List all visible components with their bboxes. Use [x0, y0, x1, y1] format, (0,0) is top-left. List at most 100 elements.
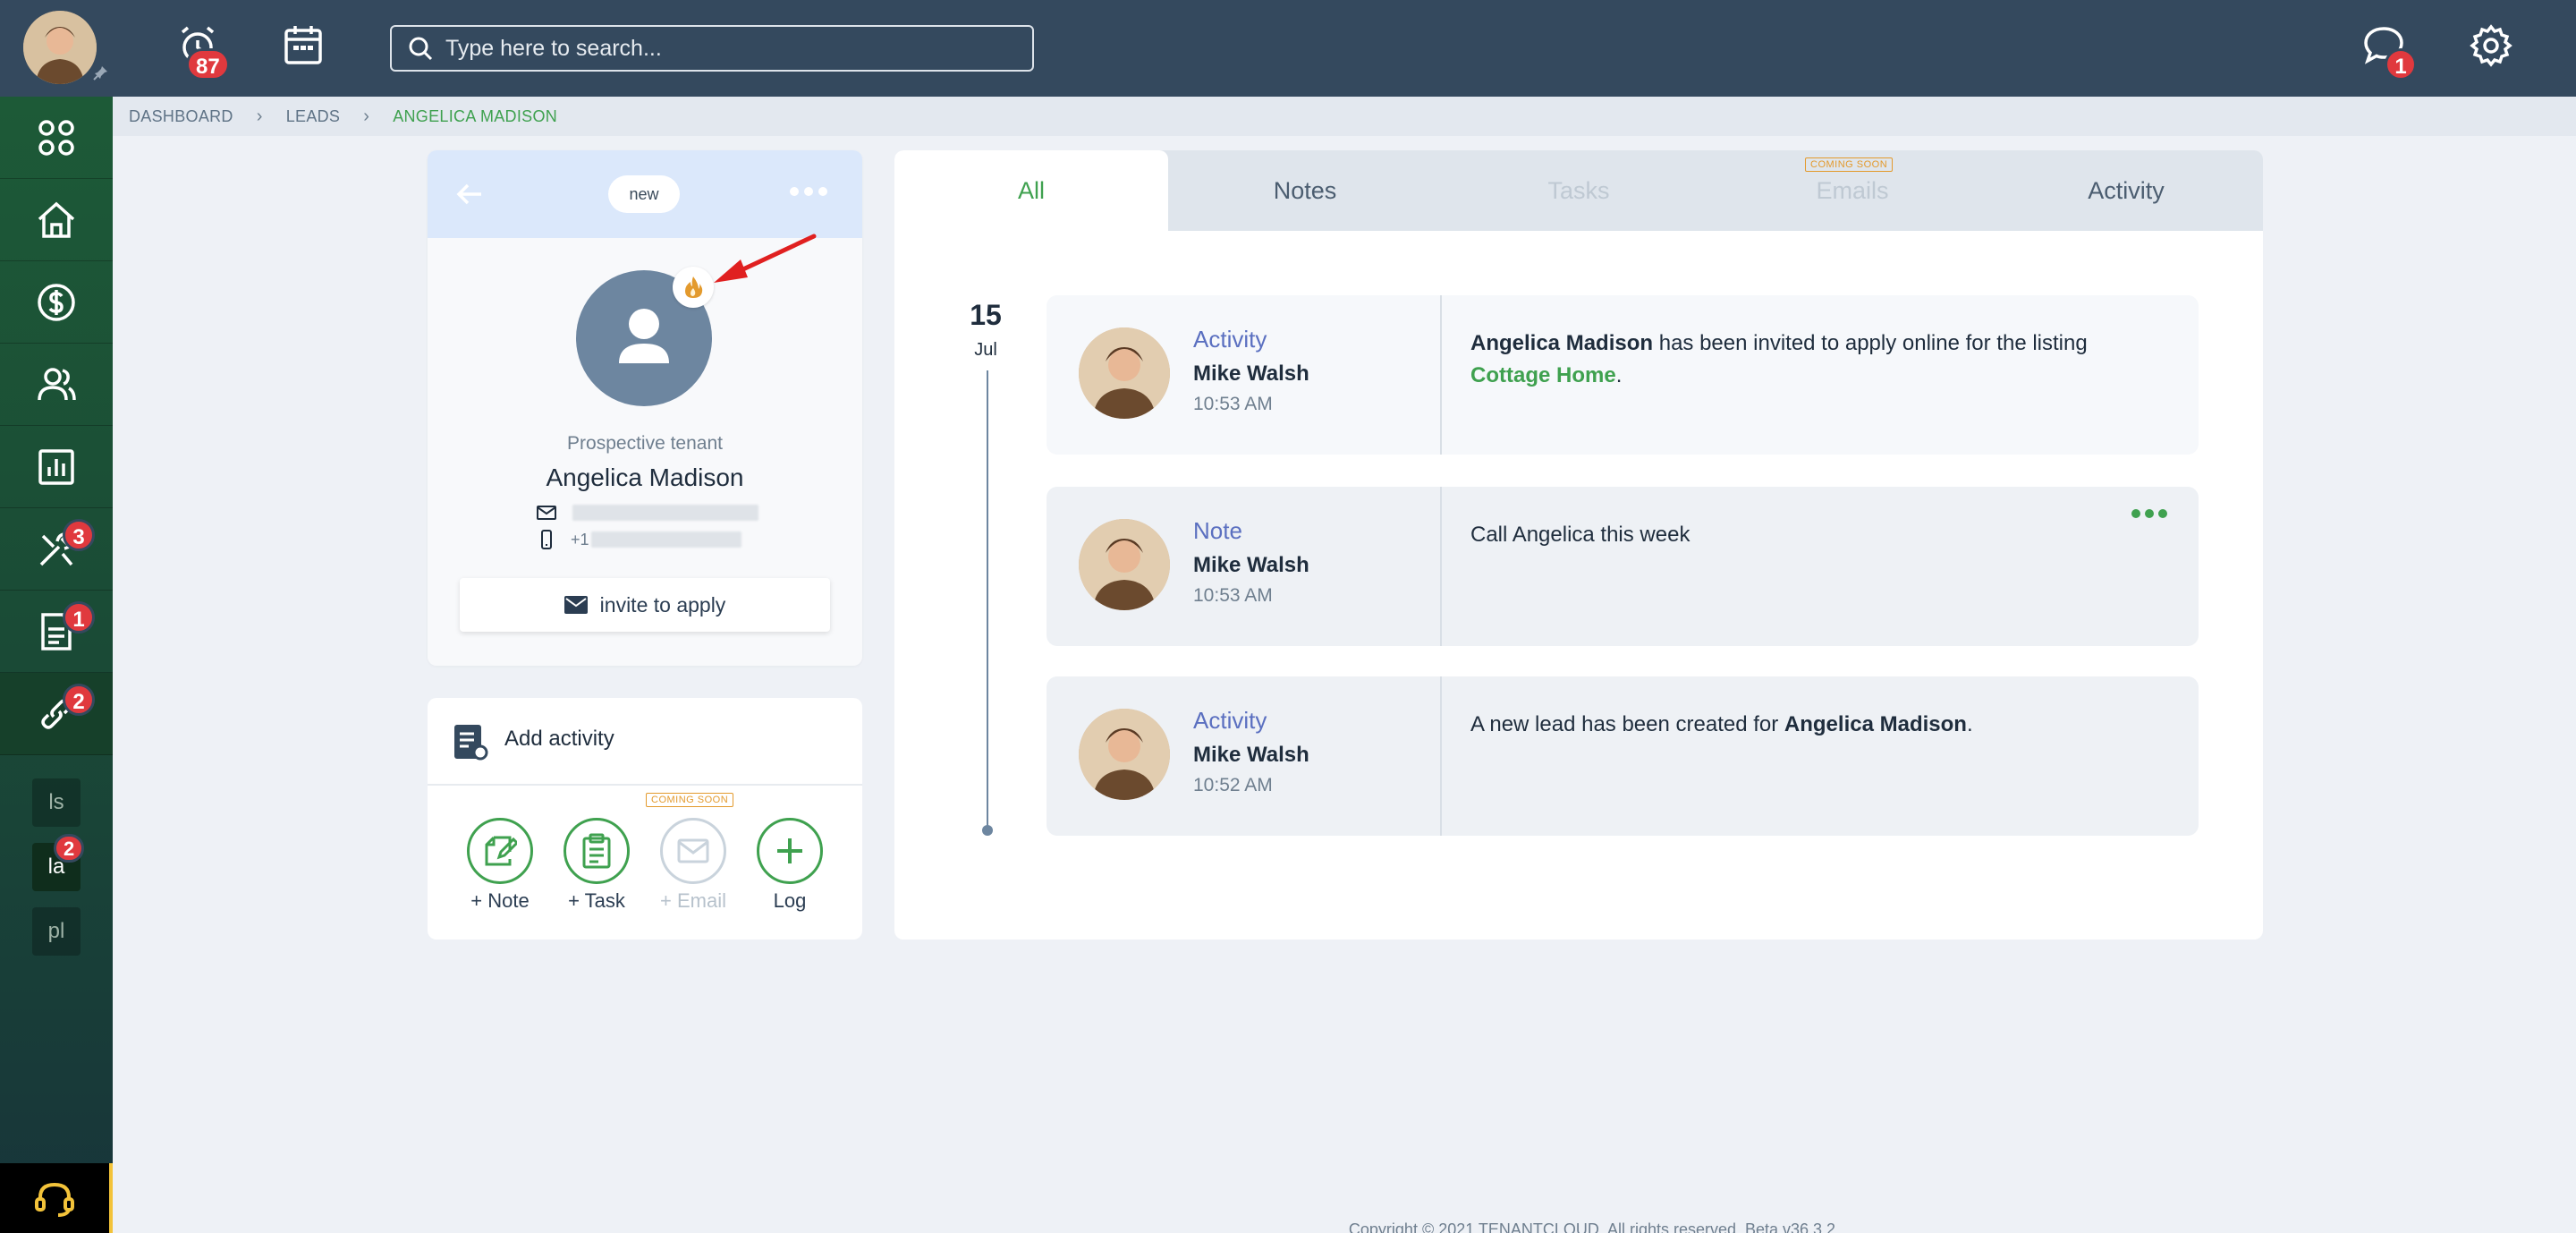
chevron-right-icon: ›	[256, 106, 263, 126]
entry-text: A new lead has been created for Angelica…	[1470, 709, 2150, 741]
lead-name: Angelica Madison	[546, 463, 744, 491]
timeline-end-dot	[982, 825, 993, 836]
tab-notes[interactable]: Notes	[1168, 150, 1442, 231]
users-icon	[38, 367, 76, 400]
entry-time: 10:52 AM	[1193, 775, 1273, 795]
tab-bar: All Notes Tasks Emails COMING SOON Activ…	[894, 150, 2263, 231]
entry-divider	[1440, 295, 1442, 455]
coming-soon-tag: COMING SOON	[646, 793, 734, 807]
search-input[interactable]	[445, 35, 982, 62]
sidebar-item-home[interactable]	[0, 179, 113, 261]
profile-header: new	[428, 150, 862, 238]
more-options-icon[interactable]	[2131, 508, 2168, 519]
more-options-icon[interactable]	[789, 186, 828, 197]
entry-text: Angelica Madison has been invited to app…	[1470, 327, 2150, 392]
add-log-button[interactable]	[757, 818, 823, 884]
links-badge: 2	[63, 684, 95, 716]
entry-author: Mike Walsh	[1193, 361, 1309, 386]
headset-icon	[35, 1182, 74, 1217]
sidebar-sub-item[interactable]: pl	[32, 907, 80, 956]
entry-time: 10:53 AM	[1193, 394, 1273, 414]
tab-all[interactable]: All	[894, 150, 1168, 231]
entry-type: Activity	[1193, 326, 1267, 353]
timeline-entry: Activity Mike Walsh 10:53 AM Angelica Ma…	[1046, 295, 2199, 455]
status-badge: new	[608, 175, 680, 213]
listing-link[interactable]: Cottage Home	[1470, 363, 1616, 387]
clipboard-icon	[582, 833, 611, 869]
dollar-icon	[38, 283, 75, 321]
entry-tail: .	[1615, 363, 1623, 387]
sidebar-item-documents[interactable]	[0, 591, 113, 673]
sidebar-item-leads[interactable]	[0, 673, 113, 755]
entry-message: A new lead has been created for	[1470, 712, 1784, 736]
flame-icon	[685, 276, 703, 298]
activity-document-icon	[454, 725, 488, 761]
sidebar-item-payments[interactable]	[0, 261, 113, 344]
author-avatar	[1079, 709, 1170, 800]
entry-divider	[1440, 487, 1442, 646]
entry-type: Activity	[1193, 707, 1267, 734]
entry-author: Mike Walsh	[1193, 553, 1309, 577]
plus-icon	[777, 838, 802, 863]
sidebar-item-apps[interactable]	[0, 97, 113, 179]
sub-item-badge: 2	[54, 834, 85, 863]
chat-badge: 1	[2385, 48, 2417, 81]
mobile-icon	[541, 530, 552, 549]
lead-profile-card: new Prospective tenant Angelica Madison …	[428, 150, 862, 666]
entry-divider	[1440, 676, 1442, 836]
email-line	[537, 503, 758, 523]
add-task-label: + Task	[568, 889, 625, 912]
back-arrow-icon[interactable]	[454, 179, 485, 209]
search-icon	[409, 37, 433, 61]
note-edit-icon	[485, 836, 517, 866]
entry-tail: .	[1966, 712, 1973, 736]
add-email-button	[660, 818, 726, 884]
pin-icon[interactable]	[93, 64, 109, 81]
documents-badge: 1	[63, 601, 95, 634]
entry-text: Call Angelica this week	[1470, 523, 1690, 547]
phone-prefix: +1	[571, 530, 589, 548]
add-task-button[interactable]	[564, 818, 630, 884]
tab-activity[interactable]: Activity	[1989, 150, 2263, 231]
entry-lead-name: Angelica Madison	[1470, 331, 1654, 355]
envelope-icon	[564, 596, 588, 614]
entry-time: 10:53 AM	[1193, 585, 1273, 606]
add-note-button[interactable]	[467, 818, 533, 884]
mail-icon	[677, 838, 709, 863]
tools-badge: 3	[63, 519, 95, 551]
sidebar-item-maintenance[interactable]	[0, 508, 113, 591]
mail-icon	[537, 506, 556, 520]
sidebar: 3 1 2 ls la 2 pl	[0, 97, 113, 1233]
sidebar-item-people[interactable]	[0, 344, 113, 426]
user-avatar[interactable]	[23, 11, 97, 84]
phone-line: +1	[537, 530, 741, 549]
author-avatar	[1079, 327, 1170, 419]
invite-button-label: invite to apply	[599, 592, 726, 616]
timeline-date-month: Jul	[974, 340, 997, 360]
timeline-panel: All Notes Tasks Emails COMING SOON Activ…	[894, 150, 2263, 940]
email-redacted	[572, 505, 758, 521]
breadcrumb-leads[interactable]: LEADS	[286, 107, 341, 126]
timeline-entry: Note Mike Walsh 10:53 AM Call Angelica t…	[1046, 487, 2199, 646]
annotation-arrow-icon	[714, 234, 817, 283]
lead-type: Prospective tenant	[567, 433, 723, 454]
sidebar-item-reports[interactable]	[0, 426, 113, 508]
gear-icon[interactable]	[2469, 23, 2519, 73]
calendar-icon[interactable]	[283, 23, 333, 73]
entry-message: has been invited to apply online for the…	[1653, 331, 2088, 355]
add-activity-card: Add activity + Note + Task COMING SOON +…	[428, 698, 862, 940]
search-box[interactable]	[390, 25, 1034, 72]
apps-grid-icon	[38, 119, 74, 156]
timeline-line	[987, 370, 988, 834]
breadcrumb-dashboard[interactable]: DASHBOARD	[129, 107, 233, 126]
top-bar: 87 1	[0, 0, 2576, 97]
breadcrumb: DASHBOARD › LEADS › ANGELICA MADISON	[129, 106, 557, 127]
invite-to-apply-button[interactable]: invite to apply	[460, 578, 830, 632]
timeline-entry: Activity Mike Walsh 10:52 AM A new lead …	[1046, 676, 2199, 836]
add-log-label: Log	[773, 889, 807, 912]
emails-coming-soon-tag: COMING SOON	[1805, 157, 1894, 172]
chevron-right-icon: ›	[363, 106, 370, 126]
sidebar-sub-item[interactable]: ls	[32, 778, 80, 827]
divider	[428, 784, 862, 786]
author-avatar	[1079, 519, 1170, 610]
